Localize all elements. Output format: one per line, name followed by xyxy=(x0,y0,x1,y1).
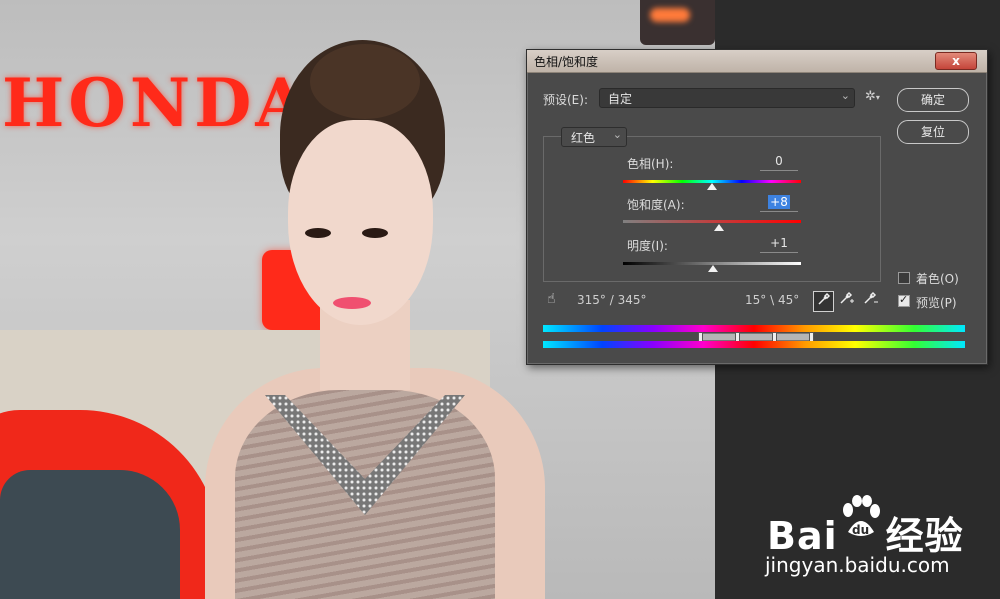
channel-value: 红色 xyxy=(571,131,596,145)
baidu-paw-icon: du xyxy=(838,494,884,540)
preview-checkbox[interactable] xyxy=(898,293,910,307)
range-right-readout: 15° \ 45° xyxy=(745,293,800,307)
saturation-slider-thumb[interactable] xyxy=(714,224,724,231)
model-hair-bun xyxy=(310,44,420,119)
color-range-bar[interactable] xyxy=(700,333,814,341)
lightness-label: 明度(I): xyxy=(627,239,668,253)
saturation-field[interactable]: +8 xyxy=(760,195,798,212)
model-face xyxy=(288,120,433,325)
model-eye-left xyxy=(305,228,331,238)
preset-value: 自定 xyxy=(608,92,633,106)
honda-sign: HONDA xyxy=(2,64,311,142)
hue-label: 色相(H): xyxy=(627,157,674,171)
saturation-slider-track[interactable] xyxy=(623,220,801,223)
chevron-down-icon: ⌄ xyxy=(612,128,622,141)
adjustment-group xyxy=(543,136,881,282)
preview-label: 预览(P) xyxy=(916,296,957,310)
ceiling-light xyxy=(640,0,715,45)
channel-dropdown[interactable]: 红色 ⌄ xyxy=(561,127,627,147)
eyedropper-icon[interactable] xyxy=(813,291,834,312)
svg-text:du: du xyxy=(852,523,869,537)
lightness-field[interactable]: +1 xyxy=(760,236,798,253)
hue-saturation-dialog: 色相/饱和度 x 预设(E): 自定 ⌄ ✲▾ 确定 复位 红色 ⌄ 色相(H)… xyxy=(526,49,988,365)
input-color-bar xyxy=(543,325,965,332)
chevron-down-icon: ⌄ xyxy=(840,89,850,102)
saturation-label: 饱和度(A): xyxy=(627,198,685,212)
dialog-title: 色相/饱和度 xyxy=(534,55,599,69)
ok-button[interactable]: 确定 xyxy=(897,88,969,112)
watermark-url: jingyan.baidu.com xyxy=(765,553,950,577)
targeted-adjust-hand-icon[interactable]: ☝ xyxy=(547,291,556,307)
close-button[interactable]: x xyxy=(935,52,977,70)
lightness-slider-thumb[interactable] xyxy=(708,265,718,272)
hue-slider-thumb[interactable] xyxy=(707,183,717,190)
car-window xyxy=(0,470,180,599)
dialog-titlebar[interactable]: 色相/饱和度 x xyxy=(527,50,987,73)
range-left-readout: 315° / 345° xyxy=(577,293,647,307)
colorize-checkbox[interactable] xyxy=(898,272,910,284)
preset-label: 预设(E): xyxy=(543,93,588,107)
eyedropper-minus-icon[interactable] xyxy=(861,291,880,310)
preset-dropdown[interactable]: 自定 ⌄ xyxy=(599,88,855,108)
eyedropper-plus-icon[interactable] xyxy=(837,291,856,310)
colorize-label: 着色(O) xyxy=(916,272,959,286)
output-color-bar xyxy=(543,341,965,348)
hue-field[interactable]: 0 xyxy=(760,154,798,171)
model-lips xyxy=(333,297,371,309)
reset-button[interactable]: 复位 xyxy=(897,120,969,144)
gear-icon[interactable]: ✲▾ xyxy=(865,89,880,104)
model-eye-right xyxy=(362,228,388,238)
